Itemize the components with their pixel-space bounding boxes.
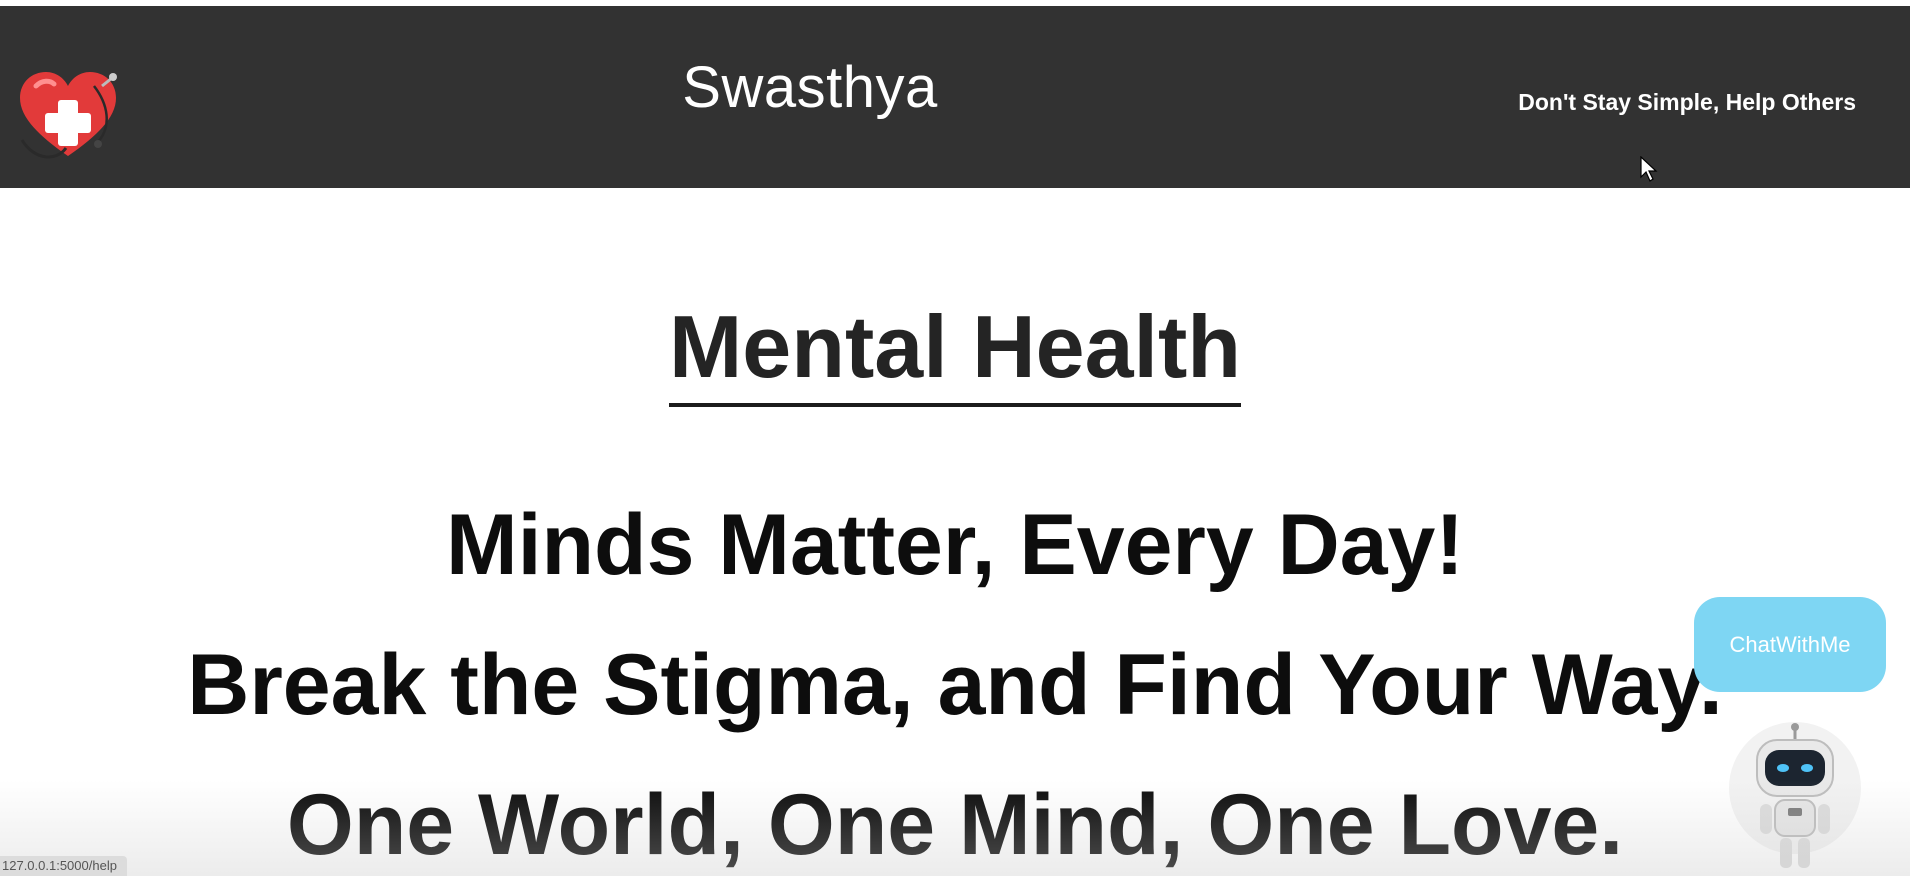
- site-header: Swasthya Don't Stay Simple, Help Others: [0, 6, 1910, 188]
- site-title: Swasthya: [0, 54, 1620, 121]
- page-heading: Mental Health: [0, 298, 1910, 407]
- mouse-cursor-icon: [1640, 156, 1658, 182]
- main-content: Mental Health Minds Matter, Every Day! B…: [0, 188, 1910, 876]
- robot-assistant-icon[interactable]: [1712, 718, 1862, 876]
- tagline-link[interactable]: Don't Stay Simple, Help Others: [1518, 89, 1856, 116]
- slogan-line-2: Break the Stigma, and Find Your Way.: [0, 636, 1910, 735]
- slogan-line-3: One World, One Mind, One Love.: [0, 776, 1910, 875]
- chat-with-me-button[interactable]: ChatWithMe: [1694, 597, 1886, 692]
- status-bar-url: 127.0.0.1:5000/help: [0, 856, 127, 876]
- slogan-line-1: Minds Matter, Every Day!: [0, 496, 1910, 595]
- page-heading-text: Mental Health: [669, 298, 1241, 407]
